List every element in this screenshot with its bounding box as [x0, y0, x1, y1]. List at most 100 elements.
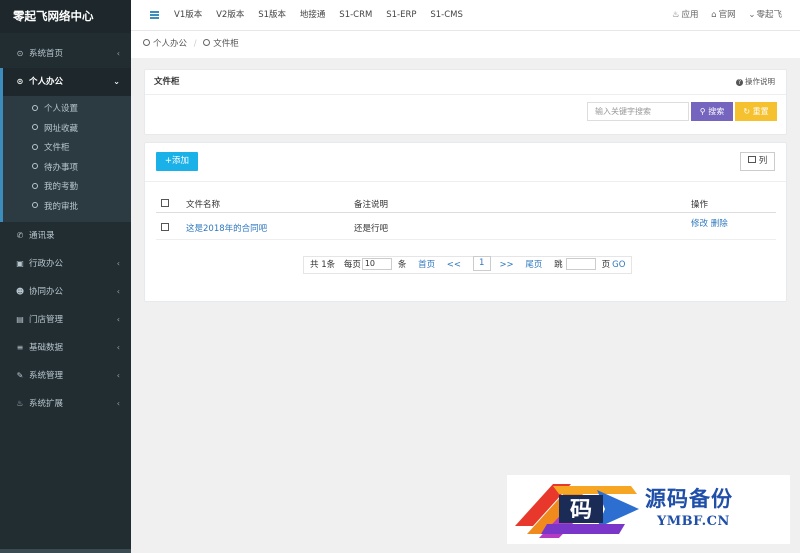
users-icon: ☻: [15, 287, 25, 296]
help-link[interactable]: ? 操作说明: [736, 70, 775, 94]
brand-title: 零起飞网络中心: [0, 0, 131, 33]
sidebar-subitem-label: 个人设置: [44, 104, 79, 114]
pager-total: 共 1条: [310, 260, 336, 270]
sidebar-item-collaboration[interactable]: ☻ 协同办公 ‹: [0, 278, 131, 306]
circle-icon: [32, 182, 38, 189]
top-link-dijietong[interactable]: 地接通: [300, 10, 326, 20]
search-input[interactable]: 输入关键字搜索: [587, 102, 689, 121]
top-nav: V1版本 V2版本 S1版本 地接通 S1-CRM S1-ERP S1-CMS: [174, 0, 474, 31]
reset-button-label: 重置: [752, 107, 769, 116]
breadcrumb: 个人办公 / 文件柜: [131, 31, 800, 58]
delete-link[interactable]: 删除: [711, 219, 728, 229]
top-link-v2[interactable]: V2版本: [216, 10, 244, 20]
go-button[interactable]: GO: [612, 260, 625, 270]
briefcase-icon: ▣: [16, 259, 24, 268]
sidebar-item-contacts[interactable]: ✆ 通讯录: [0, 222, 131, 250]
top-link-v1[interactable]: V1版本: [174, 10, 202, 20]
dashboard-icon: ⊙: [16, 49, 24, 58]
wrench-icon: ✎: [16, 371, 24, 380]
sidebar-item-admin-office[interactable]: ▣ 行政办公 ‹: [0, 250, 131, 278]
add-button[interactable]: +添加: [156, 152, 198, 171]
home-icon: ⌂: [711, 10, 717, 20]
apps-link[interactable]: ♨ 应用: [672, 10, 699, 20]
file-name-link[interactable]: 这是2018年的合同吧: [186, 222, 267, 234]
current-page[interactable]: 1: [472, 256, 491, 271]
breadcrumb-office[interactable]: 个人办公: [153, 39, 187, 49]
chevron-left-icon: ‹: [116, 287, 120, 296]
store-icon: ▤: [16, 315, 24, 324]
refresh-icon: ↻: [743, 107, 751, 116]
panel-title: 文件柜: [154, 77, 180, 87]
sidebar-item-system[interactable]: ✎ 系统管理 ‹: [0, 362, 131, 390]
sidebar-subitem-label: 文件柜: [44, 143, 70, 153]
menu-toggle-icon[interactable]: [150, 11, 159, 19]
watermark-domain: YMBF.CN: [657, 514, 730, 529]
columns-button[interactable]: 列: [740, 152, 775, 171]
sidebar-item-extensions[interactable]: ♨ 系统扩展 ‹: [0, 390, 131, 418]
fire-icon: ♨: [671, 10, 680, 20]
first-page-link[interactable]: 首页: [418, 260, 435, 270]
header-note: 备注说明: [354, 200, 389, 210]
page-size-input[interactable]: 10: [361, 257, 392, 270]
user-menu[interactable]: ⌄零起飞: [748, 10, 782, 20]
list-panel: +添加 列 文件名称 备注说明 操作 这是2018年的合同吧 还是行吧 修改 删…: [144, 142, 787, 302]
top-bar: V1版本 V2版本 S1版本 地接通 S1-CRM S1-ERP S1-CMS …: [131, 0, 800, 31]
sidebar-item-label: 系统首页: [29, 49, 64, 59]
next-page-link[interactable]: >>: [499, 260, 513, 270]
sidebar-item-label: 行政办公: [29, 259, 64, 269]
sidebar-footer: [0, 549, 131, 553]
fire-icon: ♨: [16, 399, 24, 408]
watermark-text: 源码备份: [645, 486, 733, 511]
search-panel: 文件柜 ? 操作说明 输入关键字搜索 ⚲ 搜索 ↻ 重置: [144, 69, 787, 135]
apps-label: 应用: [681, 10, 699, 20]
sidebar-subitem-todo[interactable]: 待办事项: [3, 159, 131, 179]
official-site-link[interactable]: ⌂ 官网: [711, 10, 735, 20]
sidebar-item-stores[interactable]: ▤ 门店管理 ‹: [0, 306, 131, 334]
table-row: 这是2018年的合同吧 还是行吧 修改 删除: [156, 213, 776, 240]
user-name: 零起飞: [756, 10, 782, 20]
breadcrumb-file-cabinet[interactable]: 文件柜: [213, 39, 239, 49]
search-button[interactable]: ⚲ 搜索: [691, 102, 733, 121]
database-icon: ≡: [16, 343, 24, 352]
breadcrumb-separator: /: [193, 39, 197, 49]
chevron-left-icon: ‹: [116, 371, 120, 380]
top-right-menu: ♨ 应用 ⌂ 官网 ⌄零起飞: [662, 0, 782, 31]
top-link-s1-erp[interactable]: S1-ERP: [386, 10, 416, 20]
sidebar-subitem-attendance[interactable]: 我的考勤: [3, 178, 131, 198]
sidebar-item-home[interactable]: ⊙ 系统首页 ‹: [0, 40, 131, 68]
top-link-s1-cms[interactable]: S1-CMS: [430, 10, 463, 20]
last-page-link[interactable]: 尾页: [525, 260, 542, 270]
top-link-s1-crm[interactable]: S1-CRM: [339, 10, 372, 20]
edit-link[interactable]: 修改: [691, 219, 708, 229]
sidebar-item-label: 个人办公: [29, 77, 64, 87]
select-all-checkbox[interactable]: [161, 199, 169, 207]
chevron-left-icon: ‹: [116, 315, 120, 324]
chevron-left-icon: ‹: [116, 49, 120, 58]
prev-page-link[interactable]: <<: [447, 260, 461, 270]
plus-icon: +: [164, 156, 173, 166]
top-link-s1[interactable]: S1版本: [258, 10, 286, 20]
divider: [145, 181, 786, 182]
file-note: 还是行吧: [354, 224, 389, 234]
sidebar-item-label: 系统管理: [29, 371, 64, 381]
search-icon: ⚲: [699, 107, 706, 116]
sidebar: 零起飞网络中心 ⊙ 系统首页 ‹ ⊙ 个人办公 ⌄ 个人设置 网址收藏 文件柜 待办…: [0, 0, 131, 553]
row-checkbox[interactable]: [161, 223, 169, 231]
jump-page-input[interactable]: [565, 257, 596, 270]
pagination: 共 1条 每页 10 条 首页 << 1 >> 尾页 跳 页 GO: [303, 256, 633, 274]
chevron-left-icon: ‹: [116, 259, 120, 268]
sidebar-subitem-label: 我的审批: [44, 201, 79, 212]
sidebar-item-base-data[interactable]: ≡ 基础数据 ‹: [0, 334, 131, 362]
sidebar-subitem-file-cabinet[interactable]: 文件柜: [3, 139, 131, 159]
circle-icon: [32, 104, 38, 111]
phone-icon: ✆: [16, 231, 24, 240]
reset-button[interactable]: ↻ 重置: [735, 102, 777, 121]
chevron-down-icon: ⌄: [113, 77, 120, 86]
official-site-label: 官网: [718, 10, 736, 20]
sidebar-item-office[interactable]: ⊙ 个人办公 ⌄: [0, 68, 131, 96]
jump-label: 跳: [554, 260, 563, 270]
sidebar-subitem-settings[interactable]: 个人设置: [3, 100, 131, 120]
sidebar-subitem-approval[interactable]: 我的审批: [3, 198, 131, 218]
row-actions: 修改 删除: [691, 217, 728, 229]
sidebar-subitem-bookmarks[interactable]: 网址收藏: [3, 120, 131, 140]
